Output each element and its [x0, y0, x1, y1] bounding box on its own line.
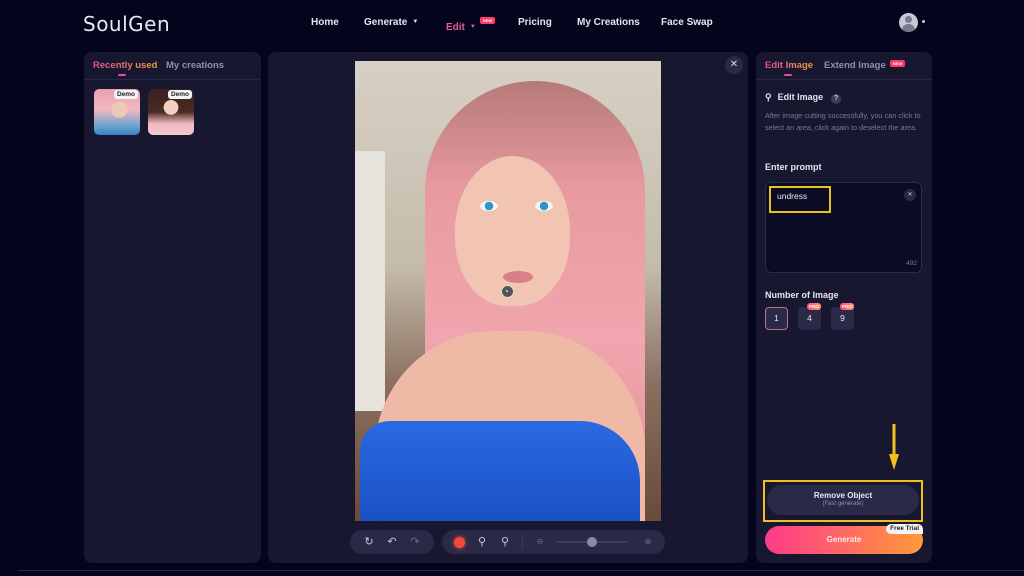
- annotation-arrow-icon: [889, 424, 899, 470]
- annotation-highlight-box: [769, 186, 831, 213]
- remove-object-sublabel: (Fast generate): [822, 501, 864, 507]
- nav-face-swap-label: Face Swap: [661, 17, 713, 28]
- active-tab-indicator: [118, 74, 126, 76]
- free-trial-badge: Free Trial: [886, 524, 923, 534]
- clear-prompt-icon[interactable]: ✕: [904, 189, 916, 201]
- image-count-4-label: 4: [807, 313, 812, 323]
- reset-icon[interactable]: ↻: [361, 534, 377, 550]
- demo-badge: Demo: [113, 90, 138, 99]
- nav-my-creations[interactable]: My Creations: [577, 17, 640, 28]
- brush-remove-icon[interactable]: ⚲: [497, 534, 513, 550]
- history-toolbar: ↻ ↶ ↷: [350, 530, 434, 554]
- avatar-head: [905, 16, 912, 23]
- toolbar-divider: [522, 535, 523, 549]
- pro-badge: PRO: [807, 303, 821, 310]
- nav-pricing[interactable]: Pricing: [518, 17, 552, 28]
- nav-home-label: Home: [311, 17, 339, 28]
- nav-generate[interactable]: Generate ▼: [364, 17, 418, 28]
- brush-icon: ⚲: [765, 92, 772, 102]
- close-icon[interactable]: ✕: [725, 56, 743, 74]
- redo-icon[interactable]: ↷: [407, 534, 423, 550]
- new-badge: NEW: [889, 60, 906, 67]
- edit-image-heading: ⚲ Edit Image?: [765, 92, 842, 104]
- image-count-9-label: 9: [840, 313, 845, 323]
- nav-home[interactable]: Home: [311, 17, 339, 28]
- nav-pricing-label: Pricing: [518, 17, 552, 28]
- remove-object-label: Remove Object: [813, 491, 873, 500]
- edit-panel: Edit Image Extend Image NEW ⚲ Edit Image? …: [756, 52, 932, 563]
- nav-my-creations-label: My Creations: [577, 17, 640, 28]
- new-badge: NEW: [479, 17, 496, 24]
- brush-add-icon[interactable]: ⚲: [474, 534, 490, 550]
- zoom-in-icon[interactable]: ⊕: [640, 534, 656, 550]
- nav-generate-label: Generate: [364, 17, 408, 28]
- tab-recently-used[interactable]: Recently used: [93, 60, 157, 71]
- avatar-dropdown-icon[interactable]: [922, 20, 925, 23]
- edit-image-canvas[interactable]: [355, 61, 661, 521]
- tab-edit-image[interactable]: Edit Image: [765, 60, 813, 71]
- dress-shape: [360, 421, 640, 521]
- top-navigation-bar: SoulGen Home Generate ▼ Edit ▼NEW Pricing …: [0, 0, 1024, 46]
- nav-edit[interactable]: Edit ▼NEW: [446, 17, 496, 33]
- generate-label: Generate: [826, 535, 862, 544]
- prompt-input[interactable]: undress ✕ 492: [765, 182, 922, 273]
- zoom-out-icon[interactable]: ⊖: [532, 534, 548, 550]
- eye-right: [535, 201, 553, 211]
- image-count-1[interactable]: 1: [765, 307, 788, 330]
- record-icon[interactable]: [454, 537, 465, 548]
- background-door: [355, 151, 385, 411]
- lips: [503, 271, 533, 283]
- image-count-4[interactable]: 4 PRO: [798, 303, 821, 330]
- thumbnail-1[interactable]: Demo: [94, 89, 140, 135]
- char-counter: 492: [906, 260, 917, 267]
- footer-divider: [18, 570, 1024, 571]
- brush-cursor-icon: [501, 285, 514, 298]
- history-panel: Recently used My creations Demo Demo: [84, 52, 261, 563]
- image-count-9[interactable]: 9 PRO: [831, 303, 854, 330]
- edit-image-title: Edit Image: [777, 92, 824, 102]
- thumbnail-2[interactable]: Demo: [148, 89, 194, 135]
- avatar-body: [902, 24, 915, 32]
- undo-icon[interactable]: ↶: [384, 534, 400, 550]
- nav-edit-label: Edit: [446, 22, 465, 33]
- edit-description: After image cutting successfully, you ca…: [765, 111, 921, 132]
- eye-left: [480, 201, 498, 211]
- tab-extend-image[interactable]: Extend Image NEW: [824, 60, 906, 71]
- help-icon[interactable]: ?: [831, 94, 842, 104]
- face-shape: [455, 156, 570, 306]
- prompt-label: Enter prompt: [765, 162, 822, 172]
- edit-tabs: Edit Image Extend Image NEW: [756, 52, 932, 80]
- demo-badge: Demo: [167, 90, 192, 99]
- tab-extend-image-label: Extend Image: [824, 60, 886, 71]
- pro-badge: PRO: [840, 303, 854, 310]
- generate-button[interactable]: Generate Free Trial: [765, 524, 923, 554]
- brush-toolbar: ⚲ ⚲ ⊖ ⊕: [442, 530, 665, 554]
- number-of-image-label: Number of Image: [765, 290, 839, 300]
- chevron-down-icon: ▼: [412, 19, 419, 25]
- nav-face-swap[interactable]: Face Swap: [661, 17, 713, 28]
- remove-object-button[interactable]: Remove Object (Fast generate): [767, 485, 919, 515]
- zoom-slider-handle[interactable]: [587, 537, 597, 547]
- canvas-panel: ✕ ↻ ↶ ↷ ⚲ ⚲ ⊖ ⊕: [268, 52, 748, 563]
- user-avatar-icon[interactable]: [899, 13, 918, 32]
- soulgen-logo[interactable]: SoulGen: [83, 12, 170, 36]
- active-tab-indicator: [784, 74, 792, 76]
- tab-my-creations[interactable]: My creations: [166, 60, 224, 71]
- chevron-down-icon: ▼: [469, 24, 476, 30]
- history-tabs: Recently used My creations: [84, 52, 261, 80]
